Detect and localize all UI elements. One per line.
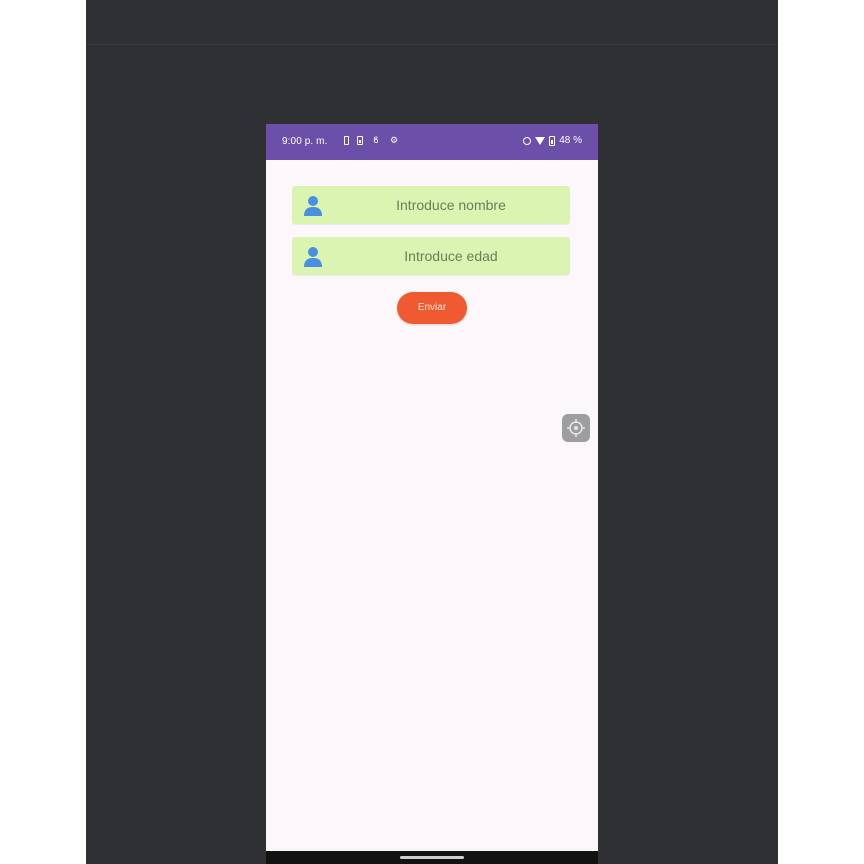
battery-saver-icon: [357, 136, 363, 145]
person-icon: [304, 247, 322, 267]
age-input-placeholder: Introduce edad: [404, 248, 498, 264]
target-icon: [567, 419, 585, 437]
name-input-placeholder: Introduce nombre: [396, 197, 506, 213]
circle-icon: [523, 136, 532, 145]
status-left-icons: ϐ ⚙: [344, 135, 399, 145]
settings-icon: ⚙: [389, 135, 399, 145]
status-bar: 9:00 p. m. ϐ ⚙ 48 %: [266, 124, 598, 160]
gesture-handle[interactable]: [400, 856, 464, 859]
status-time: 9:00 p. m.: [282, 136, 328, 147]
age-input[interactable]: Introduce edad: [292, 237, 570, 275]
phone-screen: 9:00 p. m. ϐ ⚙ 48 % Introduce nombre Int…: [266, 124, 598, 864]
navigation-bar: [266, 851, 598, 864]
battery-percent: 48 %: [559, 135, 582, 146]
sim-icon: [344, 136, 349, 145]
emulator-divider: [86, 44, 778, 45]
wifi-icon: [535, 136, 546, 145]
battery-icon: [549, 135, 556, 146]
person-icon: [304, 196, 322, 216]
floating-target-button[interactable]: [562, 414, 590, 442]
sync-off-icon: ϐ: [373, 135, 379, 145]
status-right-icons: 48 %: [523, 135, 582, 146]
name-input[interactable]: Introduce nombre: [292, 186, 570, 224]
send-button[interactable]: Enviar: [397, 292, 467, 324]
screenshot-canvas: 9:00 p. m. ϐ ⚙ 48 % Introduce nombre Int…: [0, 0, 864, 864]
